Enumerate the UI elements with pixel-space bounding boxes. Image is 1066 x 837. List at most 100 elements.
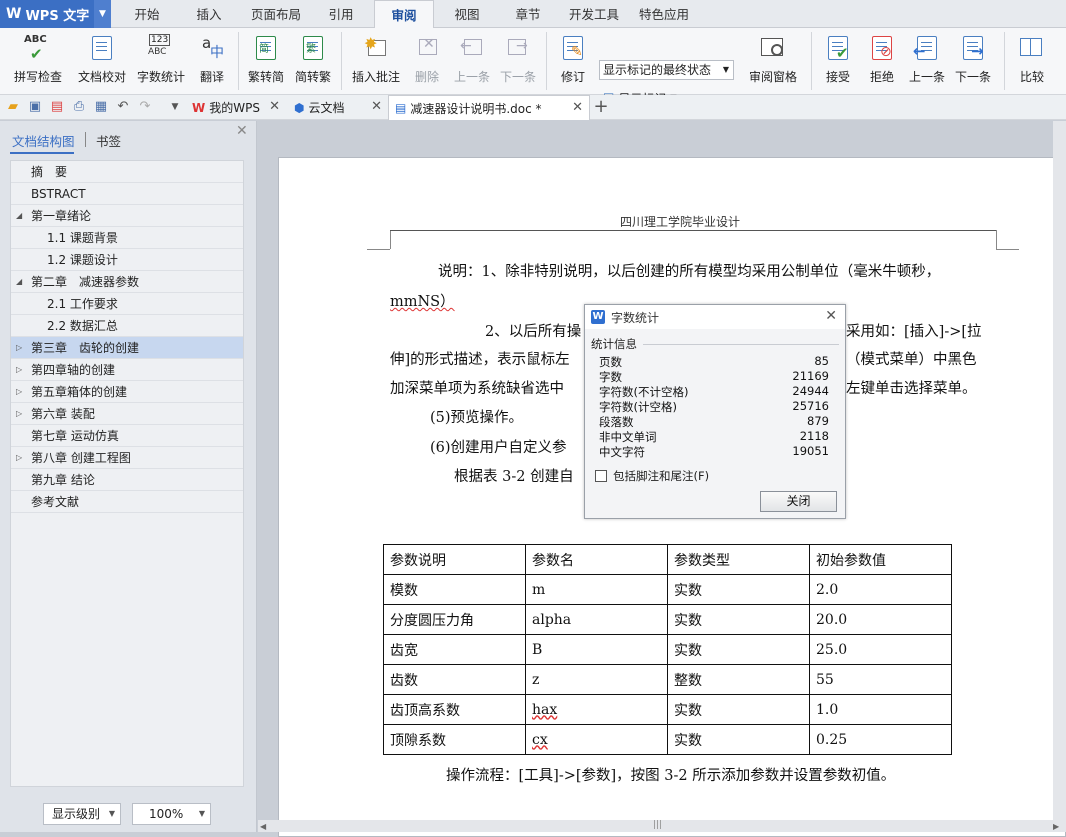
track-changes-button[interactable]: ✎ 修订 [553,32,593,92]
zoom-select[interactable]: 100% ▼ [132,803,211,825]
to-traditional-button[interactable]: 繁 简转繁 [292,32,334,92]
outline-item-label: 摘 要 [31,165,68,179]
tab-features[interactable]: 特色应用 [634,0,694,28]
new-tab-icon[interactable]: + [593,98,609,116]
to-simplified-icon: 简 [252,34,280,62]
expand-arrow-icon[interactable]: ▷ [16,403,22,425]
display-level-select[interactable]: 显示级别 ▼ [43,803,121,825]
body-text: 采用如：[插入]->[拉 [846,324,982,340]
outline-item[interactable]: 第九章 结论 [11,469,243,491]
include-footnotes-checkbox[interactable] [595,470,607,482]
close-tab-icon[interactable]: ✕ [269,99,280,114]
word-count-button[interactable]: 123 ABC 字数统计 [135,32,187,92]
scroll-right-icon[interactable]: ▶ [1053,822,1059,831]
redo-icon[interactable]: ↷ [137,99,153,115]
reject-change-icon: ⊘ [868,34,896,62]
prev-change-button[interactable]: ← 上一条 [906,32,948,92]
open-folder-icon[interactable]: ▰ [5,99,21,115]
outline-item[interactable]: 1.1 课题背景 [11,227,243,249]
expand-arrow-icon[interactable]: ▷ [16,381,22,403]
outline-item-label: 第三章 齿轮的创建 [31,341,140,355]
table-cell: 1.0 [809,694,952,725]
print-icon[interactable]: ⎙ [71,99,87,115]
doc-tab-mywps[interactable]: W 我的WPS ✕ [186,95,286,120]
insert-comment-button[interactable]: ✸ 插入批注 [348,32,404,92]
translate-button[interactable]: a中 翻译 [193,32,231,92]
outline-item[interactable]: ▷ 第八章 创建工程图 [11,447,243,469]
doc-tab-active[interactable]: ▤ 减速器设计说明书.doc * ✕ [388,95,590,120]
table-header-row: 参数说明 参数名 参数类型 初始参数值 [383,544,952,575]
delete-comment-button[interactable]: ✕ 删除 [406,32,448,92]
tab-bookmarks[interactable]: 书签 [96,131,121,150]
outline-item[interactable]: ◢ 第一章绪论 [11,205,243,227]
prev-comment-button[interactable]: ← 上一条 [452,32,492,92]
tab-home[interactable]: 开始 [120,0,174,28]
tab-chapter[interactable]: 章节 [503,0,553,28]
to-simplified-button[interactable]: 简 繁转简 [245,32,287,92]
outline-item[interactable]: ▷ 第六章 装配 [11,403,243,425]
outline-item[interactable]: ▷ 第五章箱体的创建 [11,381,243,403]
vertical-scrollbar[interactable] [1053,121,1066,832]
outline-item[interactable]: ▷ 第四章轴的创建 [11,359,243,381]
tab-review[interactable]: 审阅 [374,0,434,28]
table-row: 齿宽 B 实数 25.0 [383,634,952,665]
outline-item[interactable]: BSTRACT [11,183,243,205]
outline-item[interactable]: 1.2 课题设计 [11,249,243,271]
tab-document-map[interactable]: 文档结构图 [12,131,75,150]
table-row: 分度圆压力角 alpha 实数 20.0 [383,604,952,635]
next-comment-icon: → [504,34,532,62]
print-preview-icon[interactable]: ▦ [93,99,109,115]
outline-item[interactable]: 2.1 工作要求 [11,293,243,315]
close-pane-icon[interactable]: ✕ [236,123,248,139]
close-icon[interactable]: ✕ [825,308,837,324]
cloud-doc-icon: ⬢ [294,100,305,115]
tab-page-layout[interactable]: 页面布局 [244,0,308,28]
stat-row: 段落数 879 [599,414,829,429]
expand-arrow-icon[interactable]: ▷ [16,447,22,469]
outline-item[interactable]: ◢ 第二章 减速器参数 [11,271,243,293]
close-tab-icon[interactable]: ✕ [572,100,583,115]
tab-view[interactable]: 视图 [442,0,492,28]
tab-developer[interactable]: 开发工具 [562,0,626,28]
outline-item-selected[interactable]: ▷ 第三章 齿轮的创建 [11,337,243,359]
app-menu-chevron-icon[interactable]: ▼ [94,0,111,28]
quick-access-dropdown-icon[interactable]: ▼ [167,99,183,115]
wps-app-menu[interactable]: W WPS 文字 ▼ [0,0,111,28]
outline-item[interactable]: 2.2 数据汇总 [11,315,243,337]
next-change-button[interactable]: → 下一条 [952,32,994,92]
stat-label: 字符数(计空格) [599,400,677,414]
stat-label: 中文字符 [599,445,645,459]
reject-change-button[interactable]: ⊘ 拒绝 [862,32,902,92]
next-comment-button[interactable]: → 下一条 [498,32,538,92]
include-footnotes-option[interactable]: 包括脚注和尾注(F) [595,468,709,484]
outline-item[interactable]: 参考文献 [11,491,243,513]
spell-check-button[interactable]: ABC ✔ 拼写检查 [8,32,68,92]
reject-change-label: 拒绝 [869,70,894,84]
tab-insert[interactable]: 插入 [182,0,236,28]
tab-references[interactable]: 引用 [316,0,366,28]
accept-change-button[interactable]: ✔ 接受 [818,32,858,92]
collapse-arrow-icon[interactable]: ◢ [16,271,22,293]
scroll-thumb-grip[interactable]: ||| [653,820,662,830]
outline-item[interactable]: 第七章 运动仿真 [11,425,243,447]
doc-tab-label: 减速器设计说明书.doc * [410,101,542,116]
horizontal-scrollbar[interactable]: ◀ ||| ▶ [258,820,1066,832]
stat-row: 页数 85 [599,354,829,369]
collapse-arrow-icon[interactable]: ◢ [16,205,22,227]
export-pdf-icon[interactable]: ▤ [49,99,65,115]
doc-proofread-button[interactable]: 文档校对 [76,32,128,92]
undo-icon[interactable]: ↶ [115,99,131,115]
close-tab-icon[interactable]: ✕ [371,99,382,114]
outline-item[interactable]: 摘 要 [11,161,243,183]
to-traditional-icon: 繁 [299,34,327,62]
save-icon[interactable]: ▣ [27,99,43,115]
expand-arrow-icon[interactable]: ▷ [16,337,22,359]
dialog-titlebar[interactable]: W 字数统计 ✕ [585,305,845,329]
review-pane-button[interactable]: 审阅窗格 [742,32,804,92]
doc-tab-cloud[interactable]: ⬢ 云文档 ✕ [288,95,388,120]
compare-button[interactable]: 比较 [1012,32,1052,92]
close-button[interactable]: 关闭 [760,491,837,512]
expand-arrow-icon[interactable]: ▷ [16,359,22,381]
markup-state-select[interactable]: 显示标记的最终状态 ▼ [599,60,734,80]
scroll-left-icon[interactable]: ◀ [260,822,266,831]
